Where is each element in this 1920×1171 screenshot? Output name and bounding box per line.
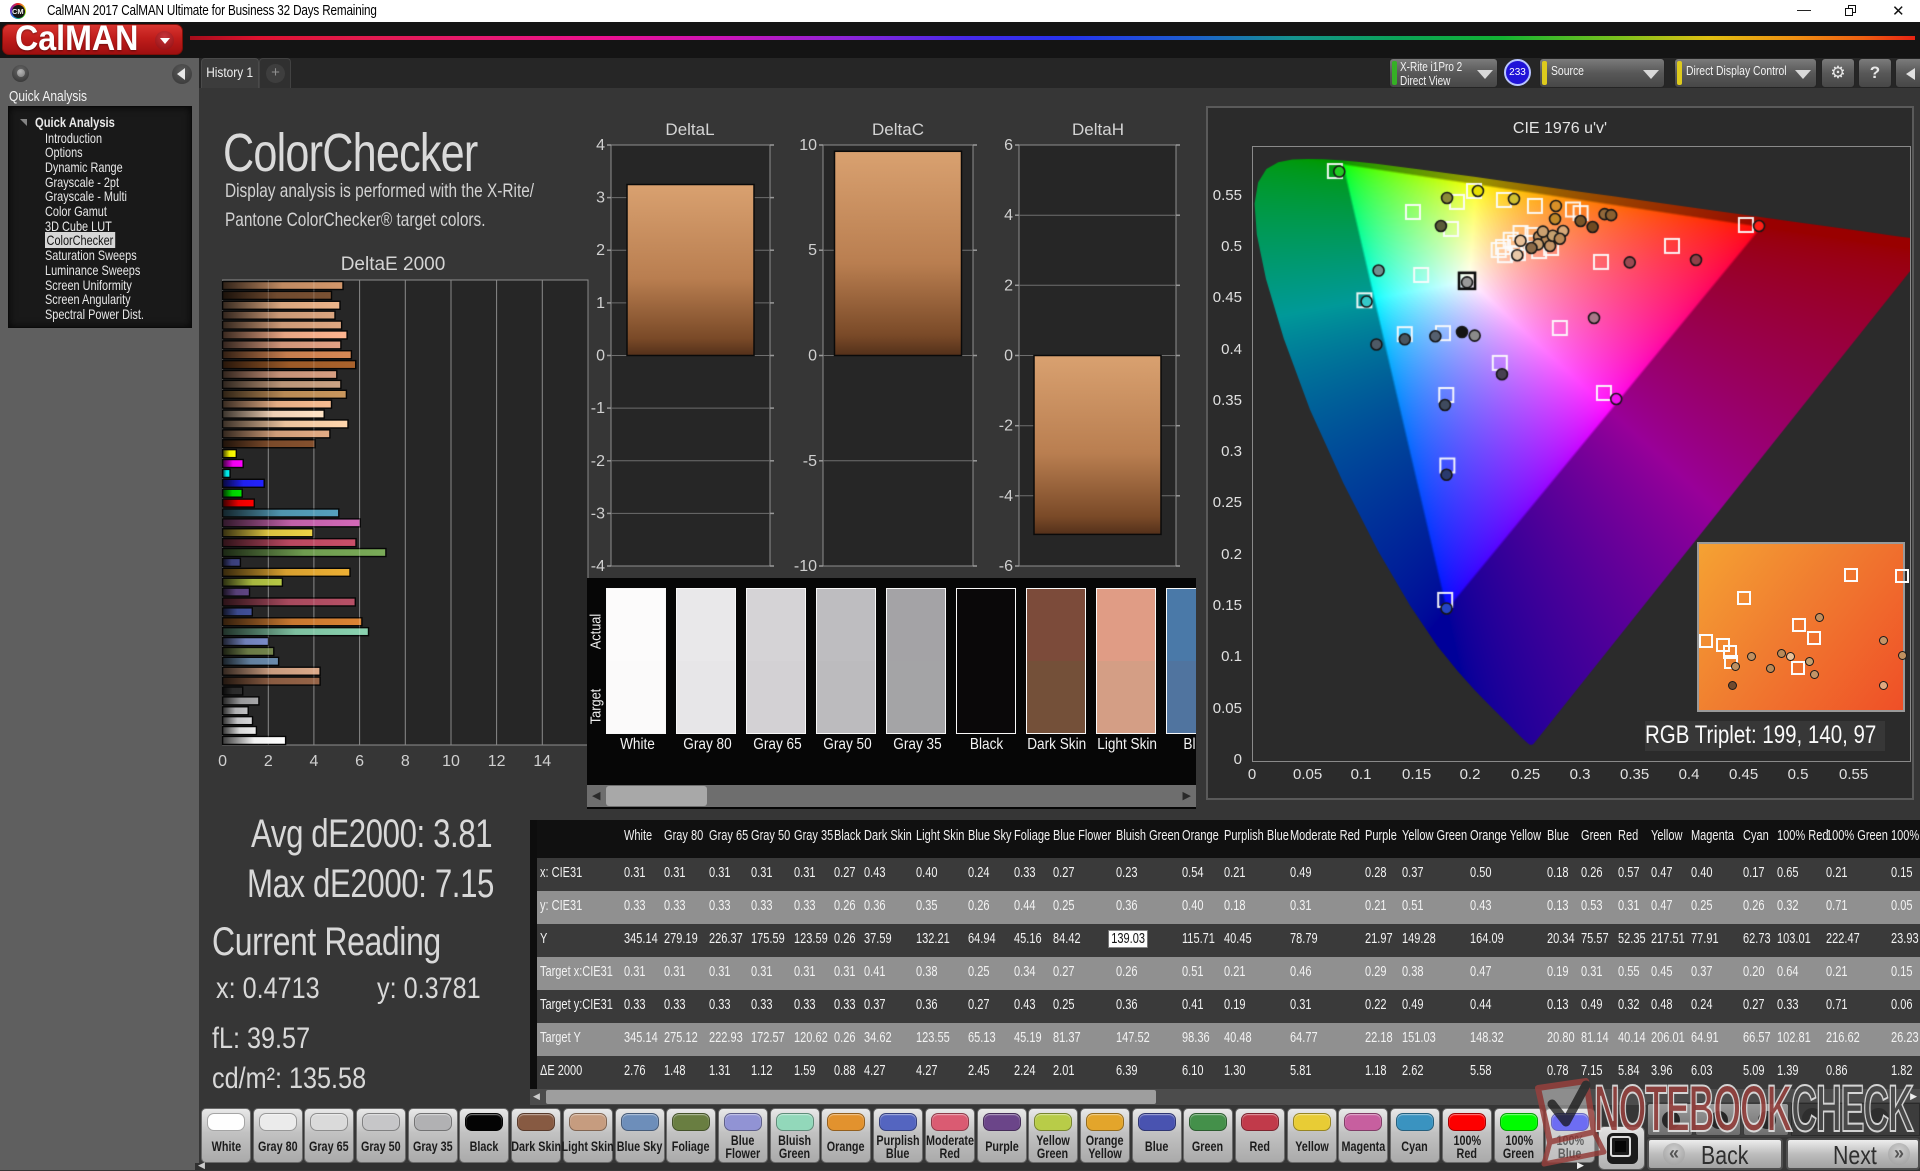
svg-text:-3: -3: [591, 505, 605, 522]
svg-text:6: 6: [1004, 137, 1013, 154]
svg-text:DeltaE 2000: DeltaE 2000: [341, 254, 446, 275]
svg-text:0: 0: [808, 348, 817, 365]
svg-text:-4: -4: [999, 488, 1013, 505]
svg-text:-1: -1: [591, 400, 605, 417]
svg-text:0: 0: [1004, 348, 1013, 365]
svg-text:2: 2: [1004, 277, 1013, 294]
svg-text:-4: -4: [591, 558, 605, 575]
svg-text:10: 10: [799, 137, 817, 154]
svg-text:4: 4: [596, 137, 605, 154]
svg-text:-10: -10: [794, 558, 817, 575]
svg-text:DeltaC: DeltaC: [872, 120, 924, 139]
svg-text:5: 5: [808, 242, 817, 259]
svg-text:DeltaH: DeltaH: [1072, 120, 1124, 139]
svg-text:2: 2: [264, 753, 273, 770]
svg-text:3: 3: [596, 190, 605, 207]
svg-text:-2: -2: [591, 453, 605, 470]
svg-text:2: 2: [596, 242, 605, 259]
svg-text:-6: -6: [999, 558, 1013, 575]
svg-text:4: 4: [1004, 207, 1013, 224]
svg-text:-2: -2: [999, 418, 1013, 435]
svg-text:4: 4: [309, 753, 318, 770]
svg-text:0: 0: [596, 348, 605, 365]
svg-text:14: 14: [533, 753, 551, 770]
svg-text:10: 10: [442, 753, 460, 770]
svg-text:6: 6: [355, 753, 364, 770]
svg-text:0: 0: [218, 753, 227, 770]
svg-text:1: 1: [596, 295, 605, 312]
svg-text:DeltaL: DeltaL: [665, 120, 714, 139]
svg-text:8: 8: [401, 753, 410, 770]
svg-text:-5: -5: [803, 453, 817, 470]
svg-text:12: 12: [488, 753, 506, 770]
